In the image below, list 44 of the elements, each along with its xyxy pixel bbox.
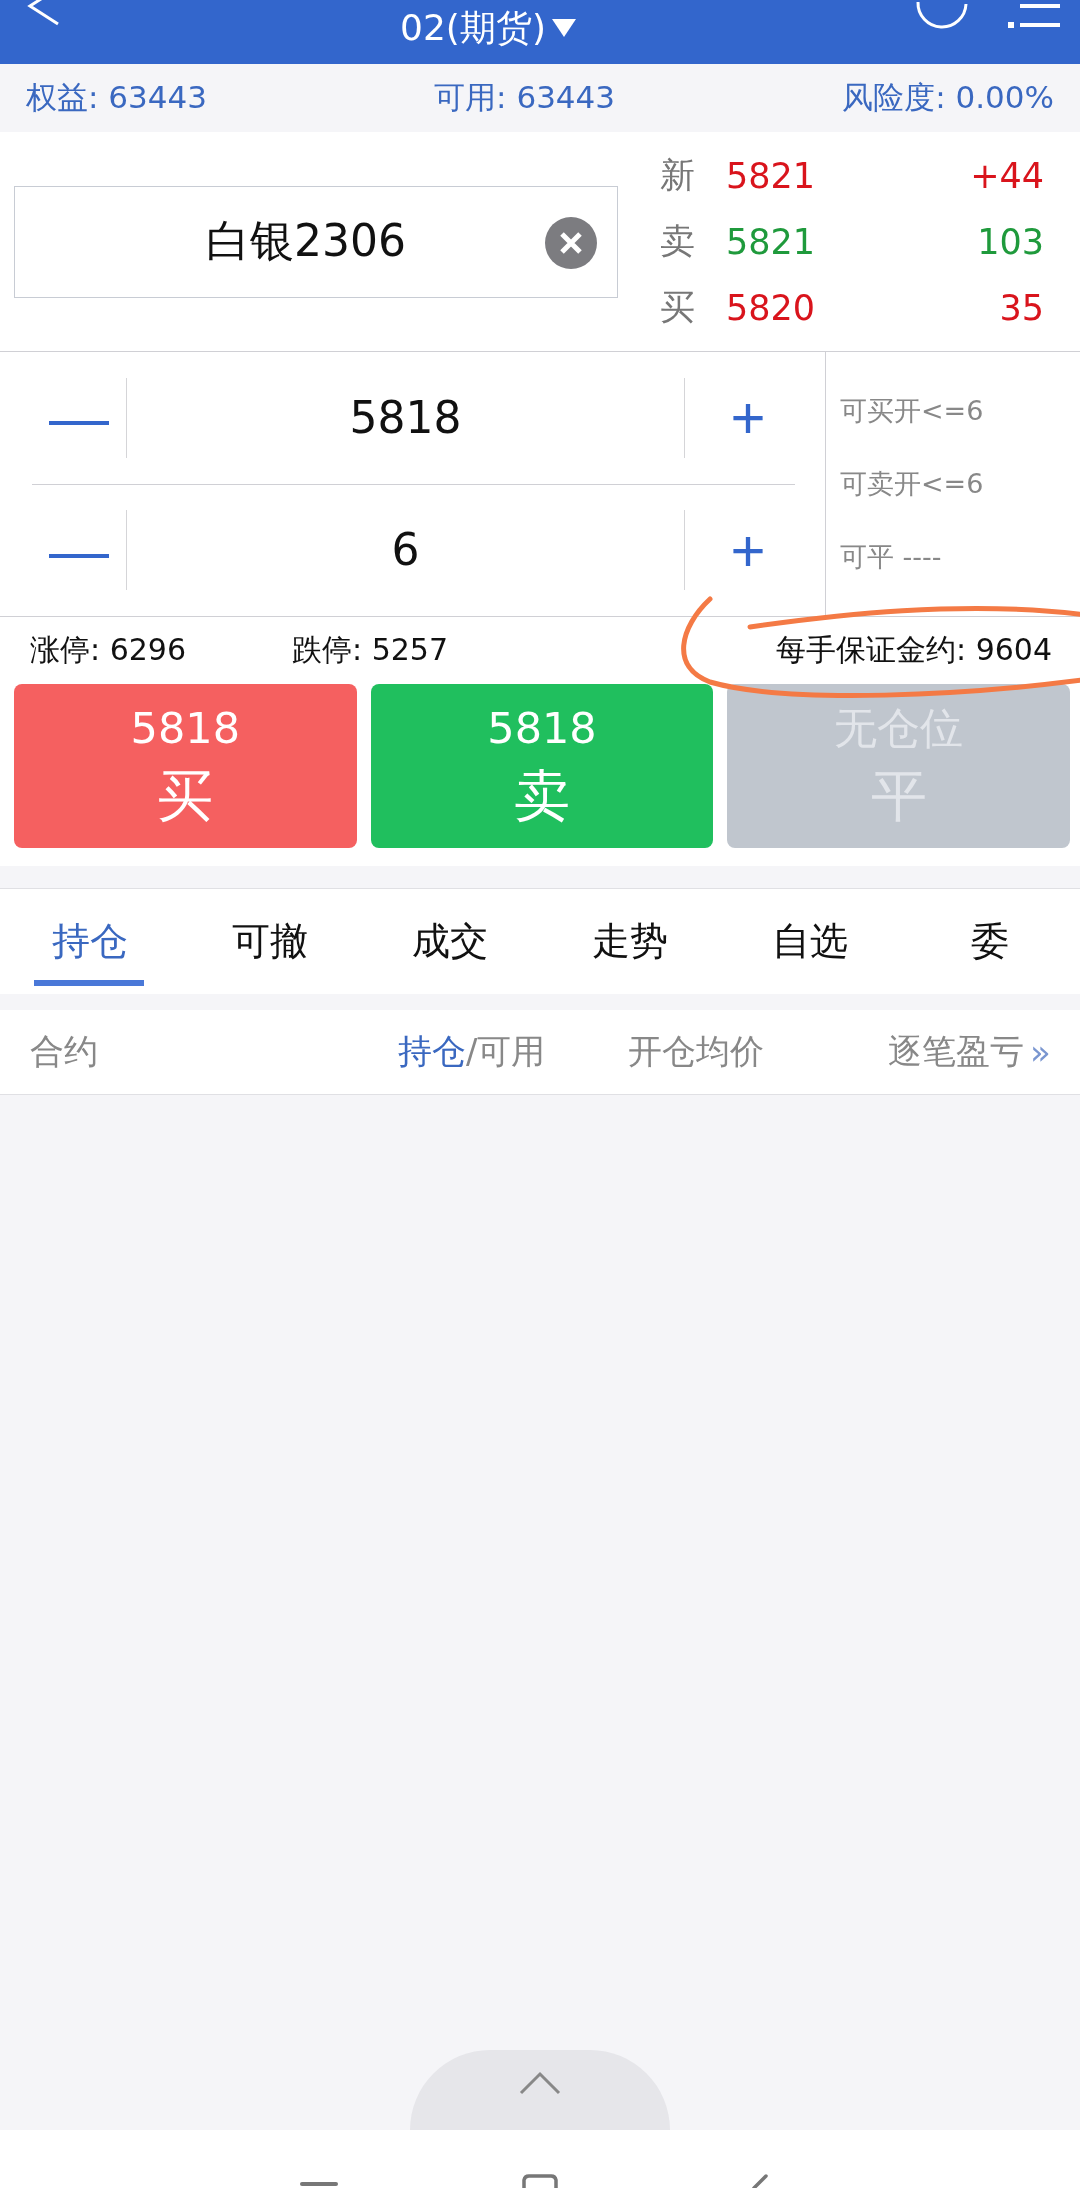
dropdown-icon[interactable] [551,19,576,37]
quote-price: 5820 [726,287,817,328]
column-header: /可用 [466,1030,546,1073]
quote-label: 卖 [660,220,696,263]
limit-down-text: 跌停: 5257 [292,631,448,669]
column-header-highlight: 持仓 [398,1030,466,1073]
limit-text: 可买开<=6 [840,393,985,428]
decrease-button[interactable]: — [32,377,126,458]
refresh-icon[interactable] [916,0,968,30]
column-header: 合约 [30,1030,98,1073]
contract-field[interactable]: 白银2306 [14,185,618,298]
decrease-button[interactable]: — [32,510,126,591]
clear-icon[interactable] [545,216,597,269]
tab[interactable]: 持仓 [0,889,180,994]
quote-change: +44 [970,155,1044,196]
quote-change: 35 [999,287,1044,328]
column-header: 逐笔盈亏 [888,1030,1024,1073]
tab[interactable]: 委 [900,889,1080,994]
tab[interactable]: 成交 [360,889,540,994]
limit-up-text: 涨停: 6296 [30,631,187,669]
stepper-field[interactable]: 6 [126,510,685,591]
tab[interactable]: 走势 [540,889,720,994]
quote-change: 103 [977,221,1044,262]
quote-label: 新 [660,154,696,197]
stepper-field[interactable]: 5818 [126,377,685,458]
tab[interactable]: 可撤 [180,889,360,994]
order-button[interactable]: 5818 买 [14,684,357,848]
limit-text: 可卖开<=6 [840,467,985,501]
tab[interactable]: 自选 [720,889,900,994]
increase-button[interactable]: + [701,377,795,458]
account-stat: 权益: 63443 [26,78,207,117]
quote-label: 买 [660,286,696,329]
window-title[interactable]: 02(期货) [400,6,546,50]
column-header: 开仓均价 [628,1030,764,1073]
nav-home-icon[interactable] [520,2174,560,2188]
quote-price: 5821 [726,155,817,196]
limit-text: 可平 ---- [840,540,943,575]
chevron-up-icon [519,2070,561,2095]
account-stat: 风险度: 0.00% [842,78,1054,117]
more-icon[interactable]: » [1030,1032,1051,1072]
quote-price: 5821 [726,221,817,262]
increase-button[interactable]: + [701,510,795,591]
account-stat: 可用: 63443 [434,78,616,117]
margin-text: 每手保证金约: 9604 [776,631,1052,669]
